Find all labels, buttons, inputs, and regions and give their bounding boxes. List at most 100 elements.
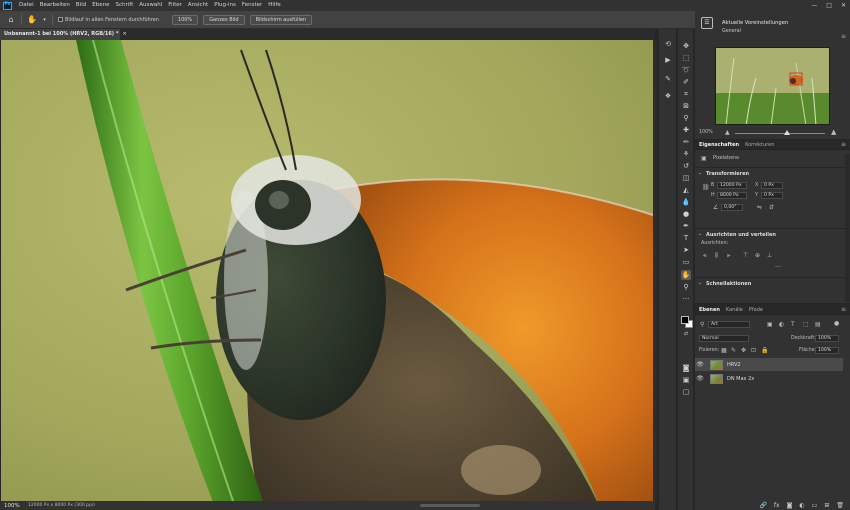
menu-plugins[interactable]: Plug-ins [211,0,239,11]
actions-icon[interactable]: ▶ [663,55,673,65]
lock-transparent-icon[interactable]: ▦ [721,347,727,354]
tab-ebenen[interactable]: Ebenen [699,307,720,313]
opacity-field[interactable]: 100% [815,335,839,342]
navigator-zoom-slider[interactable] [735,133,825,134]
rectangle-tool-icon[interactable]: ▭ [681,257,691,267]
menu-ansicht[interactable]: Ansicht [185,0,211,11]
layer-filter-select[interactable]: Art [708,321,750,328]
fill-field[interactable]: 100% [815,347,839,354]
scroll-all-windows-checkbox[interactable]: Bildlauf in allen Fenstern durchführen [58,17,159,23]
hand-tool-icon[interactable]: ✋ [27,15,37,25]
document-tab[interactable]: Unbenannt-1 bei 100% (HRV2, RGB/16) * × [0,29,127,40]
align-bottom-icon[interactable]: ⊥ [767,252,772,259]
chevron-down-icon[interactable]: ⌄ [698,171,702,176]
menu-bild[interactable]: Bild [73,0,89,11]
healing-brush-tool-icon[interactable]: ✚ [681,125,691,135]
panel-menu-icon[interactable]: ≡ [841,33,846,40]
tab-pfade[interactable]: Pfade [749,307,763,313]
quick-select-tool-icon[interactable]: ✐ [681,77,691,87]
menu-schrift[interactable]: Schrift [112,0,136,11]
status-document-info[interactable]: 12000 Px x 8000 Px (300 ppi) [28,503,95,508]
preset-icon[interactable]: ☰ [701,17,713,29]
menu-hilfe[interactable]: Hilfe [265,0,284,11]
align-hcenter-icon[interactable]: ⫼ [715,252,718,259]
frame-tool-icon[interactable]: ⊠ [681,101,691,111]
angle-field[interactable]: 0,00° [721,204,743,211]
layer-row[interactable]: 👁 DN Max 2x [695,372,843,385]
menu-fenster[interactable]: Fenster [239,0,265,11]
paint-bucket-tool-icon[interactable]: ◭ [681,185,691,195]
lock-position-icon[interactable]: ✥ [741,347,746,354]
link-dimensions-icon[interactable]: ⛓ [702,184,710,191]
tab-kanaele[interactable]: Kanäle [726,307,743,313]
panel-menu-icon[interactable]: ≡ [841,141,846,148]
more-tools-icon[interactable]: ··· [681,294,691,304]
maximize-button[interactable]: □ [826,2,832,9]
lock-artboard-icon[interactable]: ⊡ [751,347,756,354]
fill-screen-button[interactable]: Bildschirm ausfüllen [249,14,313,25]
blend-mode-select[interactable]: Normal [699,335,749,342]
menu-auswahl[interactable]: Auswahl [136,0,165,11]
align-right-icon[interactable]: ⫸ [727,252,730,259]
filter-type-icon[interactable]: T [791,321,795,328]
delete-layer-icon[interactable]: 🗑 [836,502,844,509]
canvas-horizontal-scrollbar[interactable] [420,504,480,507]
frame-mode-icon[interactable]: ▢ [681,387,691,397]
more-options-icon[interactable]: ··· [775,264,781,271]
foreground-color-swatch[interactable] [681,316,689,324]
align-top-icon[interactable]: ⊤ [743,252,748,259]
layer-row[interactable]: 👁 HRV2 [695,358,843,371]
height-field[interactable]: 8000 Px [717,192,747,199]
align-section-title[interactable]: Ausrichten und verteilen [706,232,776,238]
hand-tool-icon[interactable]: ✋ [681,270,691,280]
minimize-button[interactable]: — [811,2,817,9]
brush-panel-icon[interactable]: ✎ [663,74,673,84]
lock-pixels-icon[interactable]: ✎ [731,347,736,354]
navigator-zoom-value[interactable]: 100% [699,130,713,135]
move-tool-icon[interactable]: ✥ [681,41,691,51]
pen-tool-icon[interactable]: ✒ [681,221,691,231]
brush-tool-icon[interactable]: ✏ [681,137,691,147]
visibility-eye-icon[interactable]: 👁 [695,361,705,368]
canvas-vertical-scrollbar[interactable] [653,40,657,501]
filter-pixel-icon[interactable]: ▣ [767,321,773,328]
close-tab-icon[interactable]: × [122,31,126,37]
clone-stamp-tool-icon[interactable]: ⚘ [681,149,691,159]
history-icon[interactable]: ⟲ [663,39,673,49]
history-brush-tool-icon[interactable]: ↺ [681,161,691,171]
flip-horizontal-icon[interactable]: ⇋ [757,204,762,211]
zoom-100-button[interactable]: 100% [171,14,199,25]
navigator-zoom-thumb[interactable] [784,130,791,135]
dodge-tool-icon[interactable]: ● [681,209,691,219]
close-window-button[interactable]: ✕ [841,2,846,9]
navigator-zoom-out-icon[interactable]: ▲ [725,129,730,136]
properties-scrollbar[interactable] [845,154,850,302]
filter-adjust-icon[interactable]: ◐ [779,321,784,328]
edit-toolbar-icon[interactable]: ⇄ [681,329,691,339]
align-vcenter-icon[interactable]: ⊕ [755,252,760,259]
visibility-eye-icon[interactable]: 👁 [695,375,705,382]
transform-section-title[interactable]: Transformieren [706,171,749,177]
link-layers-icon[interactable]: 🔗 [759,502,766,509]
quick-actions-section-title[interactable]: Schnellaktionen [706,281,751,287]
status-zoom[interactable]: 100% [0,503,28,509]
lock-all-icon[interactable]: 🔒 [761,347,768,354]
y-field[interactable]: 0 Px [761,192,783,199]
screen-mode-icon[interactable]: ▣ [681,375,691,385]
menu-filter[interactable]: Filter [165,0,185,11]
menu-bearbeiten[interactable]: Bearbeiten [37,0,73,11]
eyedropper-tool-icon[interactable]: ⚲ [681,113,691,123]
libraries-icon[interactable]: ❖ [663,91,673,101]
navigator-preview[interactable] [715,47,830,125]
tab-korrekturen[interactable]: Korrekturen [745,142,774,148]
chevron-down-icon[interactable]: ⌄ [698,232,702,237]
zoom-tool-icon[interactable]: ⚲ [681,282,691,292]
filter-smart-icon[interactable]: ▤ [815,321,821,328]
eraser-tool-icon[interactable]: ◫ [681,173,691,183]
checkbox-box[interactable] [58,17,63,22]
width-field[interactable]: 12000 Px [717,182,747,189]
add-mask-icon[interactable]: ◙ [787,502,793,509]
filter-toggle-icon[interactable]: ● [834,320,839,327]
fit-screen-button[interactable]: Ganzes Bild [203,14,245,25]
menu-datei[interactable]: Datei [16,0,37,11]
